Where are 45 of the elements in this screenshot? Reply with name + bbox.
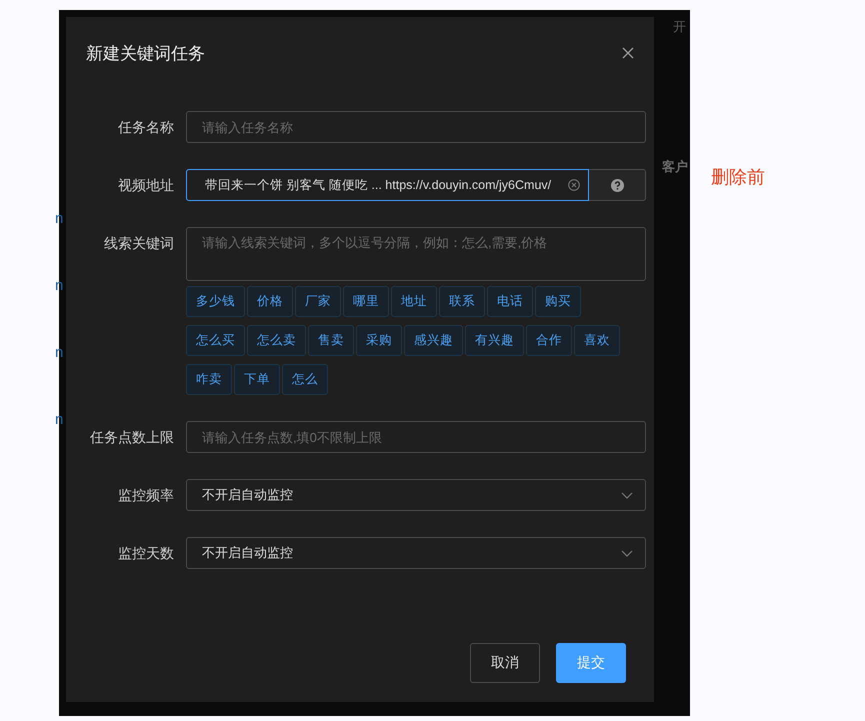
field-label: 线索关键词 <box>103 234 175 253</box>
side-note: 删除前 <box>711 166 765 189</box>
column-header: 客户 <box>662 158 688 176</box>
field-label: 任务名称 <box>117 118 175 137</box>
field-label: 监控天数 <box>117 544 175 563</box>
field-label: 监控频率 <box>117 486 175 505</box>
chevron-down-icon <box>621 550 633 556</box>
keyword-tag[interactable]: 多少钱 <box>186 286 245 317</box>
keyword-tag[interactable]: 有兴趣 <box>465 325 524 356</box>
keyword-tag[interactable]: 购买 <box>535 286 581 317</box>
keyword-tag[interactable]: 采购 <box>356 325 402 356</box>
text-input[interactable]: 请输入任务名称 <box>186 111 646 143</box>
keyword-tag[interactable]: 电话 <box>487 286 533 317</box>
close-icon[interactable] <box>622 47 634 59</box>
keyword-tag[interactable]: 合作 <box>526 325 572 356</box>
select-value: 不开启自动监控 <box>202 544 293 562</box>
keywords-input[interactable]: 请输入线索关键词，多个以逗号分隔，例如：怎么,需要,价格 <box>186 227 646 281</box>
keyword-tag[interactable]: 怎么 <box>282 364 328 395</box>
keyword-tag[interactable]: 价格 <box>247 286 293 317</box>
chevron-down-icon <box>621 492 633 498</box>
keyword-tag[interactable]: 哪里 <box>343 286 389 317</box>
keyword-tag[interactable]: 下单 <box>234 364 280 395</box>
select-field[interactable]: 不开启自动监控 <box>186 479 646 511</box>
keyword-tag[interactable]: 怎么买 <box>186 325 245 356</box>
cancel-button[interactable]: 取消 <box>470 643 540 683</box>
keyword-tag[interactable]: 怎么卖 <box>247 325 306 356</box>
url-value: 带回来一个饼 别客气 随便吃 ... https://v.douyin.com/jy6Cmuv/ <box>205 176 552 194</box>
text-input[interactable]: 请输入任务点数,填0不限制上限 <box>186 421 646 453</box>
keyword-tag[interactable]: 地址 <box>391 286 437 317</box>
url-input[interactable]: 带回来一个饼 别客气 随便吃 ... https://v.douyin.com/jy6Cmuv/ <box>186 169 589 201</box>
keyword-tag[interactable]: 咋卖 <box>186 364 232 395</box>
keyword-tag[interactable]: 喜欢 <box>574 325 620 356</box>
select-field[interactable]: 不开启自动监控 <box>186 537 646 569</box>
keyword-tag[interactable]: 感兴趣 <box>404 325 463 356</box>
help-button[interactable] <box>589 169 646 201</box>
field-label: 任务点数上限 <box>89 428 175 447</box>
select-value: 不开启自动监控 <box>202 486 293 504</box>
dialog-title: 新建关键词任务 <box>86 42 205 64</box>
column-header: 开 <box>673 18 686 36</box>
keyword-tag[interactable]: 厂家 <box>295 286 341 317</box>
help-icon <box>610 178 624 192</box>
field-label: 视频地址 <box>117 176 175 195</box>
keyword-tag[interactable]: 联系 <box>439 286 485 317</box>
clear-icon[interactable] <box>568 179 580 191</box>
keyword-tag[interactable]: 售卖 <box>308 325 354 356</box>
